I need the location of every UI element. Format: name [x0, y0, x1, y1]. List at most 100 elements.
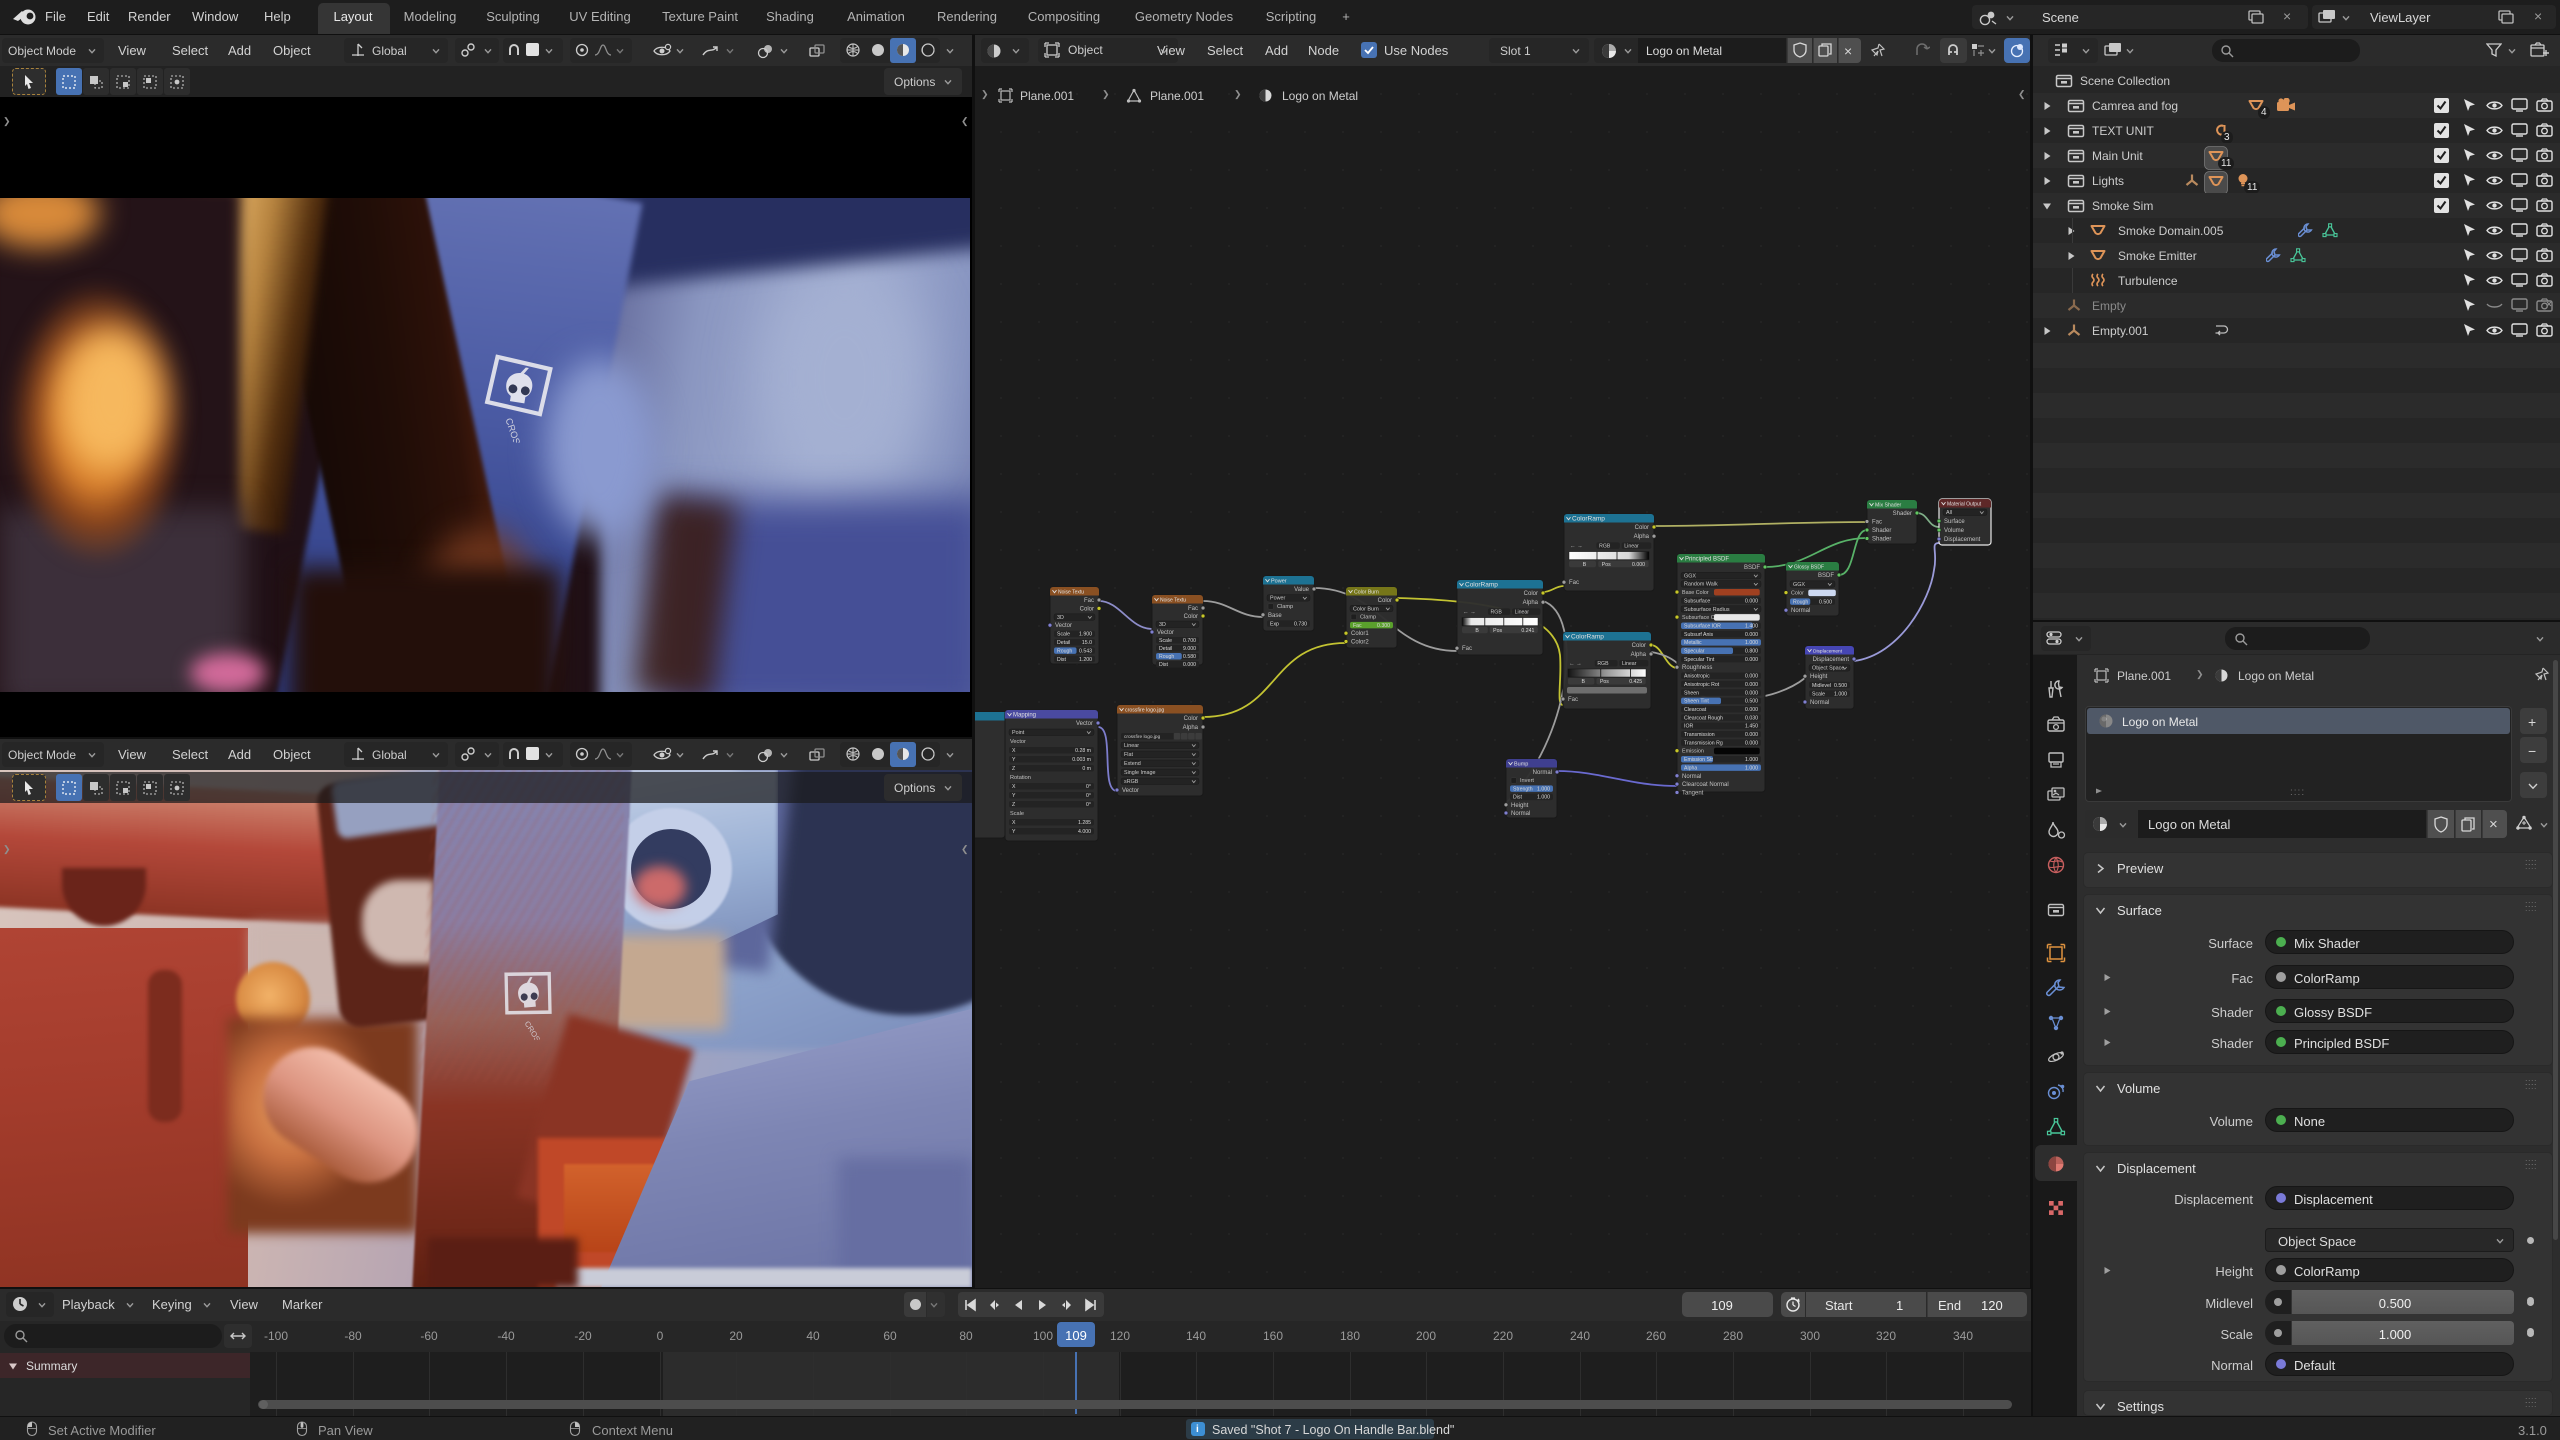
svg-text:0.800: 0.800 — [1745, 649, 1758, 655]
svg-text:Alpha: Alpha — [1183, 725, 1199, 731]
svg-text:Displacement: Displacement — [1944, 537, 1981, 543]
svg-text:Color: Color — [1524, 591, 1538, 597]
svg-text:Fac: Fac — [1569, 580, 1579, 586]
svg-text:Power: Power — [1271, 579, 1287, 585]
svg-text:Alpha: Alpha — [1523, 600, 1539, 606]
svg-text:crossfire logo.jpg: crossfire logo.jpg — [1124, 734, 1161, 740]
svg-text:0.700: 0.700 — [1183, 638, 1196, 644]
svg-text:0.241: 0.241 — [1521, 628, 1534, 634]
svg-text:0 m: 0 m — [1082, 766, 1091, 772]
svg-text:Normal: Normal — [1810, 700, 1829, 706]
svg-text:Subsurface: Subsurface — [1684, 598, 1710, 604]
svg-text:0.425: 0.425 — [1629, 679, 1642, 685]
svg-text:← →: ← → — [1570, 543, 1583, 549]
svg-text:Clearcoat Rough: Clearcoat Rough — [1684, 715, 1723, 721]
svg-text:sRGB: sRGB — [1124, 779, 1139, 785]
svg-text:0.000: 0.000 — [1745, 740, 1758, 746]
svg-text:0.003 m: 0.003 m — [1072, 757, 1091, 763]
svg-text:Color: Color — [1184, 614, 1198, 620]
svg-text:Vector: Vector — [1010, 739, 1026, 745]
svg-text:Transmission: Transmission — [1684, 732, 1715, 738]
svg-text:Noise Textu: Noise Textu — [1058, 590, 1084, 596]
svg-text:1.000: 1.000 — [1745, 640, 1758, 646]
svg-text:Subsurface IOR: Subsurface IOR — [1684, 623, 1721, 629]
svg-text:1.000: 1.000 — [1745, 765, 1758, 771]
svg-text:Object Space: Object Space — [1812, 666, 1844, 672]
svg-text:0.000: 0.000 — [1745, 682, 1758, 688]
svg-text:Color: Color — [1080, 606, 1094, 612]
svg-text:Y: Y — [1012, 829, 1016, 835]
svg-text:B: B — [1475, 628, 1479, 634]
svg-text:Displacement: Displacement — [1813, 649, 1843, 655]
svg-text:Subsurface Radius: Subsurface Radius — [1684, 607, 1730, 613]
svg-text:Anisotropic Rot: Anisotropic Rot — [1684, 682, 1720, 688]
svg-text:ColorRamp: ColorRamp — [1465, 582, 1498, 589]
svg-text:0.000: 0.000 — [1745, 598, 1758, 604]
svg-text:Dist: Dist — [1159, 662, 1168, 668]
svg-text:0.730: 0.730 — [1294, 621, 1307, 627]
svg-text:Normal: Normal — [1511, 811, 1530, 817]
svg-text:Scale: Scale — [1812, 691, 1825, 697]
svg-text:Roughness: Roughness — [1682, 665, 1712, 671]
svg-text:Specular Tint: Specular Tint — [1684, 657, 1715, 663]
svg-text:Noise Textu: Noise Textu — [1160, 598, 1186, 604]
svg-text:Fac: Fac — [1084, 598, 1094, 604]
svg-text:Clamp: Clamp — [1360, 615, 1376, 621]
svg-text:Fac: Fac — [1568, 697, 1578, 703]
svg-text:Rough: Rough — [1793, 599, 1808, 605]
svg-text:Pos: Pos — [1602, 562, 1611, 568]
svg-text:Y: Y — [1012, 757, 1016, 763]
svg-text:Alpha: Alpha — [1631, 652, 1647, 658]
svg-text:Color: Color — [1791, 591, 1804, 597]
svg-text:Material Output: Material Output — [1947, 502, 1982, 508]
svg-text:Rough: Rough — [1159, 654, 1174, 660]
svg-text:9.000: 9.000 — [1183, 646, 1196, 652]
svg-text:Bump: Bump — [1514, 762, 1528, 768]
svg-text:Mapping: Mapping — [1013, 713, 1036, 719]
svg-text:Y: Y — [1012, 793, 1016, 799]
svg-text:Displacement: Displacement — [1813, 657, 1850, 663]
svg-text:BSDF: BSDF — [1818, 573, 1834, 579]
svg-text:0°: 0° — [1086, 802, 1091, 808]
svg-text:Vector: Vector — [1157, 630, 1174, 636]
svg-text:Base Color: Base Color — [1682, 590, 1709, 596]
svg-text:RGB: RGB — [1597, 661, 1609, 667]
svg-text:Pos: Pos — [1493, 628, 1502, 634]
svg-text:Color Burn: Color Burn — [1354, 590, 1379, 596]
svg-text:Color2: Color2 — [1351, 640, 1369, 646]
svg-text:0°: 0° — [1086, 784, 1091, 790]
svg-text:Subsurf Anis: Subsurf Anis — [1684, 632, 1714, 638]
svg-text:Metallic: Metallic — [1684, 640, 1702, 646]
svg-text:0.500: 0.500 — [1745, 699, 1758, 705]
svg-text:0.000: 0.000 — [1745, 632, 1758, 638]
svg-text:Linear: Linear — [1124, 743, 1139, 749]
svg-text:ColorRamp: ColorRamp — [1571, 634, 1604, 641]
svg-text:0.030: 0.030 — [1745, 715, 1758, 721]
svg-text:Specular: Specular — [1684, 649, 1705, 655]
svg-text:Midlevel: Midlevel — [1812, 683, 1831, 689]
svg-text:Vector: Vector — [1076, 721, 1093, 727]
svg-text:Principled BSDF: Principled BSDF — [1685, 557, 1729, 563]
svg-text:4.000: 4.000 — [1078, 829, 1091, 835]
svg-text:Vector: Vector — [1122, 788, 1139, 794]
svg-text:0.543: 0.543 — [1079, 648, 1092, 654]
svg-text:Height: Height — [1810, 674, 1828, 680]
svg-text:Pos: Pos — [1600, 679, 1609, 685]
svg-text:RGB: RGB — [1599, 543, 1611, 549]
svg-text:Detail: Detail — [1159, 646, 1172, 652]
svg-text:15.0: 15.0 — [1082, 640, 1092, 646]
svg-text:0°: 0° — [1086, 793, 1091, 799]
svg-text:B: B — [1582, 679, 1586, 685]
svg-text:Invert: Invert — [1520, 778, 1534, 784]
svg-text:Fac: Fac — [1462, 646, 1472, 652]
svg-text:Dist: Dist — [1057, 657, 1066, 663]
svg-text:Detail: Detail — [1057, 640, 1070, 646]
svg-text:1.200: 1.200 — [1079, 657, 1092, 663]
svg-text:0.000: 0.000 — [1745, 732, 1758, 738]
svg-text:Scale: Scale — [1057, 632, 1070, 638]
svg-text:Linear: Linear — [1622, 661, 1637, 667]
svg-text:Fac: Fac — [1353, 623, 1362, 629]
svg-text:Random Walk: Random Walk — [1684, 582, 1718, 588]
svg-text:Fac: Fac — [1188, 606, 1198, 612]
svg-text:Color: Color — [1378, 598, 1392, 604]
